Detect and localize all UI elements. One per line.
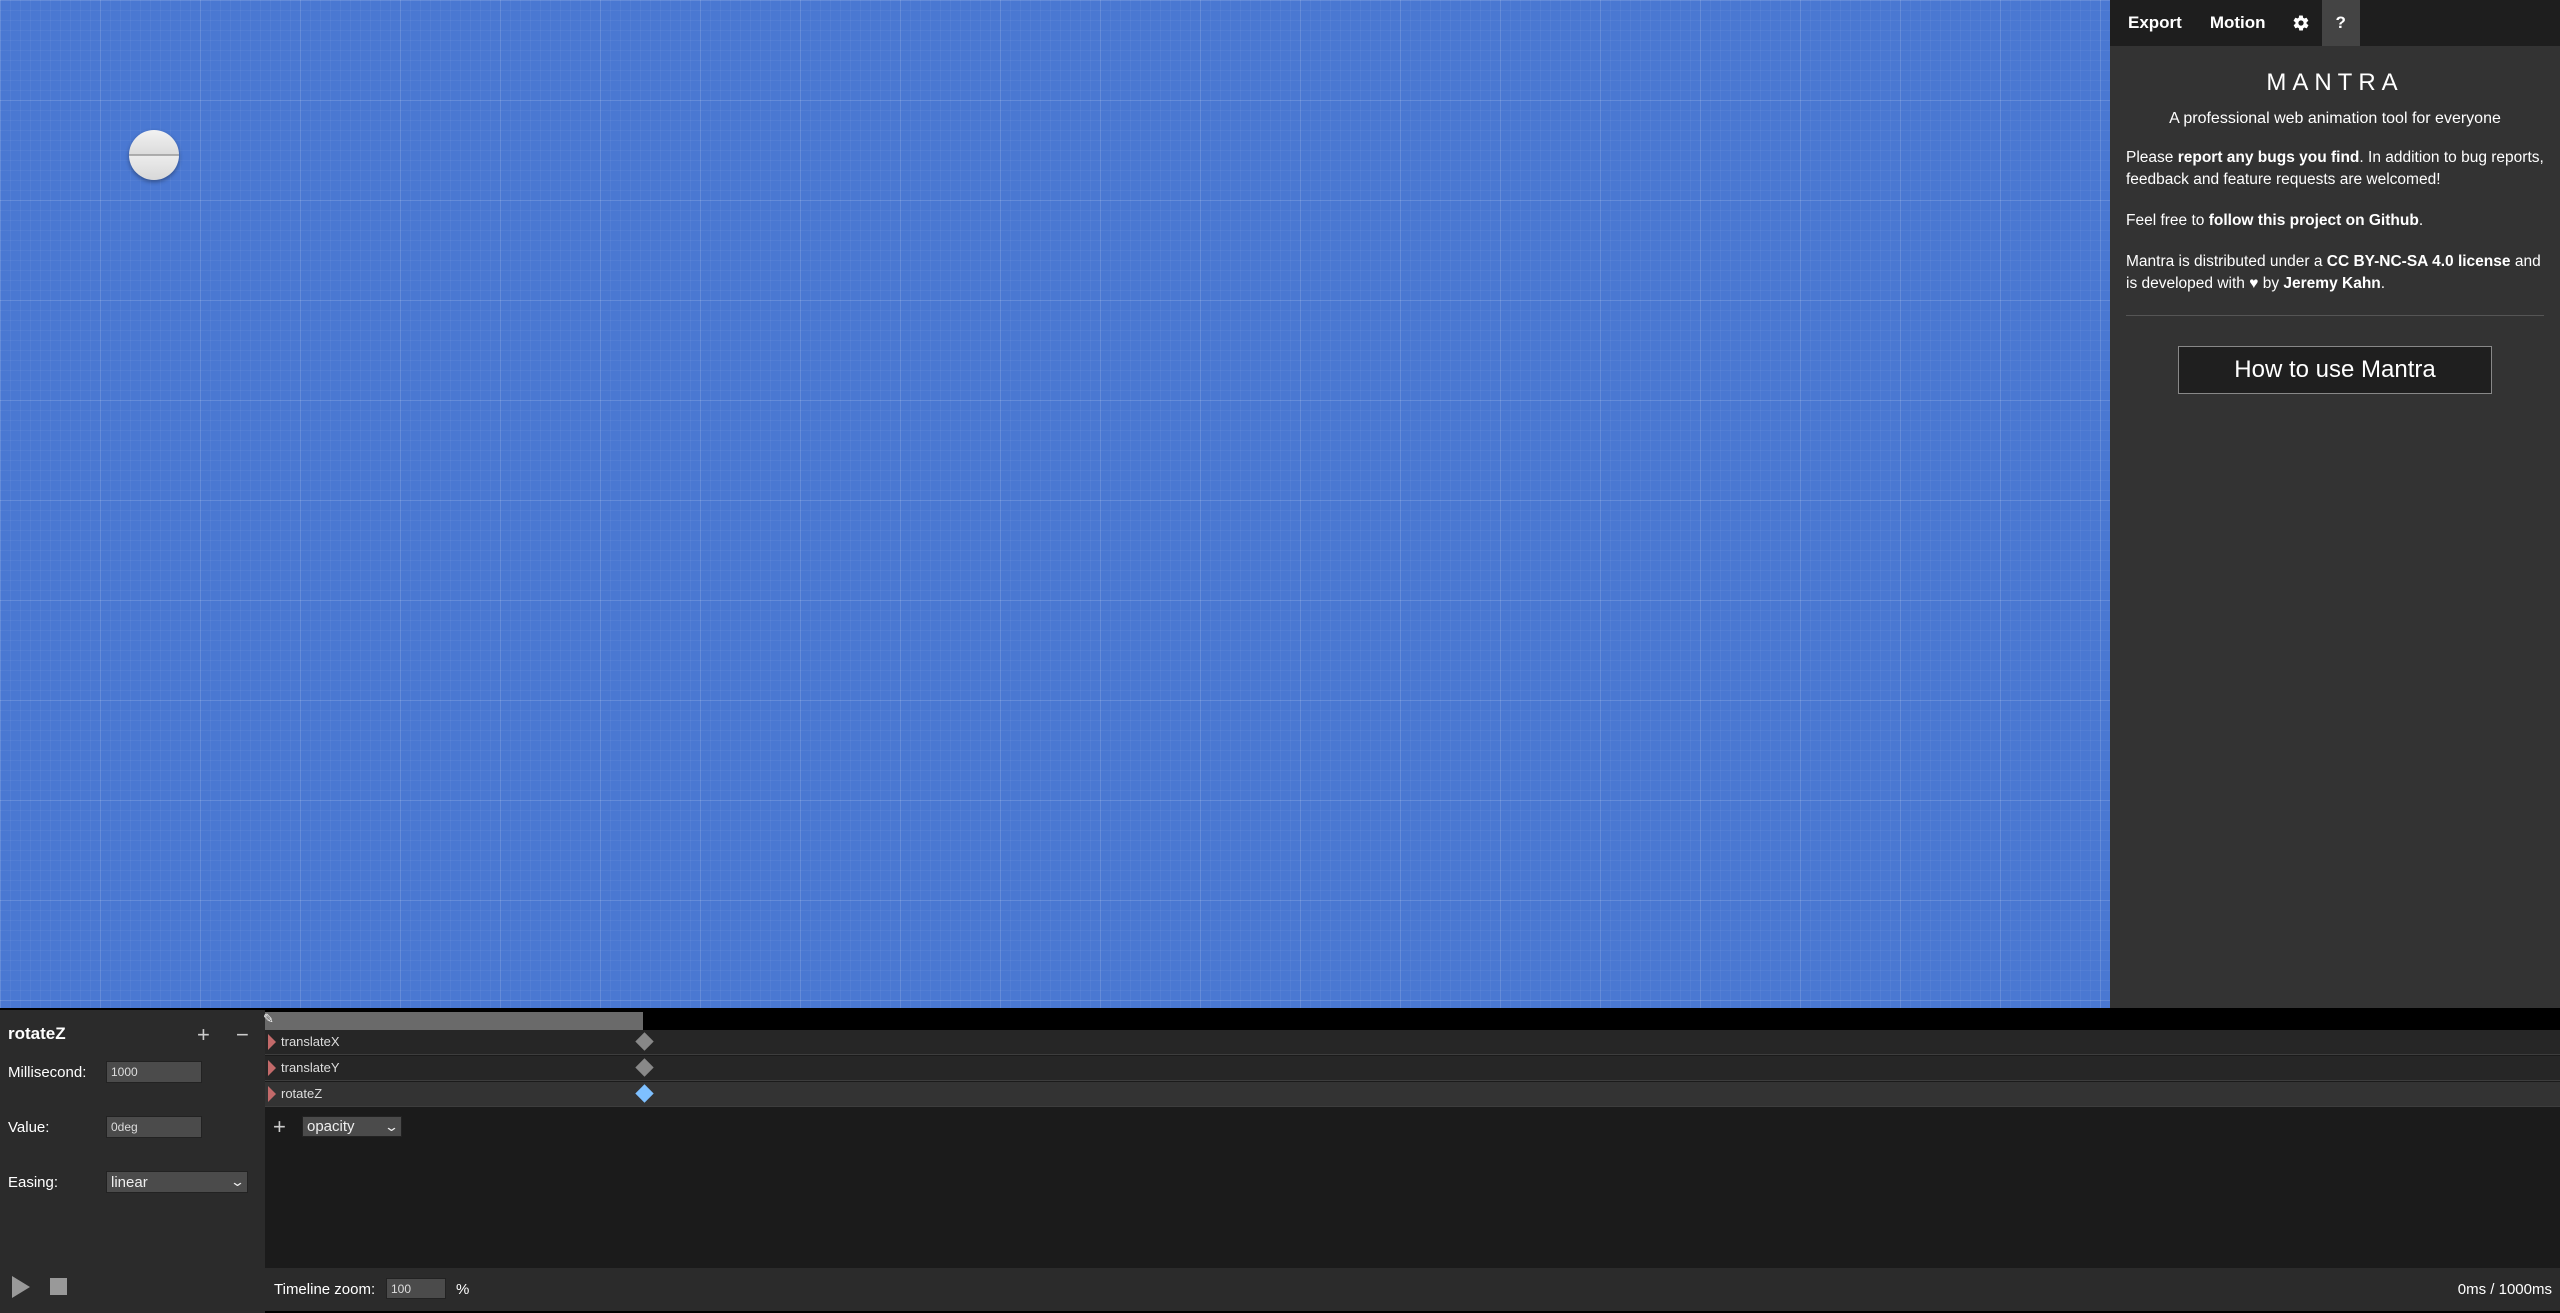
- divider: [2126, 315, 2544, 316]
- text: .: [2380, 275, 2386, 292]
- text: .: [2418, 212, 2424, 229]
- timeline: ✎ translateX translateY rotateZ + opacit…: [263, 1008, 2560, 1311]
- track-marker-icon: [268, 1060, 276, 1076]
- animated-actor[interactable]: [129, 130, 179, 180]
- keyframe-marker-selected[interactable]: [635, 1084, 654, 1103]
- bug-report-paragraph: Please report any bugs you find. In addi…: [2126, 147, 2544, 191]
- license-paragraph: Mantra is distributed under a CC BY-NC-S…: [2126, 251, 2544, 295]
- zoom-label: Timeline zoom:: [274, 1281, 376, 1298]
- github-link[interactable]: follow this project on Github: [2209, 212, 2419, 229]
- tab-settings[interactable]: [2280, 0, 2322, 46]
- track-translatex[interactable]: translateX: [265, 1030, 2560, 1055]
- pane-tab-bar: Export Motion ?: [2110, 0, 2560, 46]
- track-translatey[interactable]: translateY: [265, 1056, 2560, 1081]
- text: Mantra is distributed under a: [2126, 253, 2327, 270]
- track-name: translateX: [281, 1034, 340, 1049]
- keyframe-property-title: rotateZ: [8, 1024, 66, 1043]
- gear-icon: [2293, 15, 2308, 31]
- time-readout: 0ms / 1000ms: [2457, 1281, 2552, 1298]
- author-link[interactable]: Jeremy Kahn: [2283, 275, 2380, 292]
- text: by: [2258, 275, 2284, 292]
- chevron-down-icon: ⌄: [383, 1118, 400, 1134]
- text: Please: [2126, 149, 2178, 166]
- timeline-zoom-bar: Timeline zoom: % 0ms / 1000ms: [265, 1268, 2560, 1311]
- chevron-down-icon: ⌄: [229, 1174, 246, 1189]
- control-pane: Export Motion ? MANTRA A professional we…: [2110, 0, 2560, 1008]
- value-label: Value:: [8, 1119, 50, 1136]
- new-property-select[interactable]: opacity ⌄: [302, 1116, 402, 1137]
- easing-label: Easing:: [8, 1174, 59, 1191]
- track-marker-icon: [268, 1034, 276, 1050]
- play-button[interactable]: [12, 1276, 30, 1298]
- keyframe-marker[interactable]: [635, 1058, 654, 1077]
- timeline-area: rotateZ + − Millisecond: Value: Easing: …: [0, 1008, 2560, 1313]
- zoom-field[interactable]: [386, 1278, 446, 1299]
- value-field[interactable]: [106, 1116, 202, 1138]
- zoom-unit: %: [456, 1281, 470, 1298]
- remove-keyframe-button[interactable]: −: [236, 1022, 249, 1048]
- about-tagline: A professional web animation tool for ev…: [2169, 110, 2501, 127]
- add-track-button[interactable]: +: [273, 1114, 286, 1140]
- stop-button[interactable]: [50, 1278, 67, 1295]
- tab-motion[interactable]: Motion: [2196, 0, 2280, 46]
- easing-value: linear: [111, 1173, 148, 1191]
- keyframe-editor: rotateZ + − Millisecond: Value: Easing: …: [0, 1008, 265, 1313]
- text: Feel free to: [2126, 212, 2209, 229]
- track-marker-icon: [268, 1086, 276, 1102]
- report-bugs-link[interactable]: report any bugs you find: [2178, 149, 2360, 166]
- about-title: MANTRA: [2266, 69, 2404, 96]
- track-name: rotateZ: [281, 1086, 323, 1101]
- add-keyframe-button[interactable]: +: [197, 1022, 210, 1048]
- keyframe-marker[interactable]: [635, 1032, 654, 1051]
- about-panel: MANTRA A professional web animation tool…: [2110, 69, 2560, 394]
- millisecond-field[interactable]: [106, 1061, 202, 1083]
- easing-select[interactable]: linear ⌄: [106, 1171, 248, 1193]
- track-rotatez[interactable]: rotateZ: [265, 1082, 2560, 1107]
- millisecond-label: Millisecond:: [8, 1064, 87, 1081]
- scrubber-range[interactable]: [265, 1012, 643, 1030]
- github-paragraph: Feel free to follow this project on Gith…: [2126, 210, 2544, 232]
- tab-export[interactable]: Export: [2114, 0, 2196, 46]
- tab-help[interactable]: ?: [2321, 0, 2360, 46]
- animation-stage[interactable]: [0, 0, 2110, 1008]
- license-link[interactable]: CC BY-NC-SA 4.0 license: [2327, 253, 2511, 270]
- track-name: translateY: [281, 1060, 340, 1075]
- scrubber-bar[interactable]: ✎: [263, 1008, 2560, 1030]
- how-to-use-button[interactable]: How to use Mantra: [2178, 346, 2492, 394]
- scrubber-handle-icon[interactable]: ✎: [263, 1012, 277, 1026]
- new-property-value: opacity: [307, 1118, 355, 1135]
